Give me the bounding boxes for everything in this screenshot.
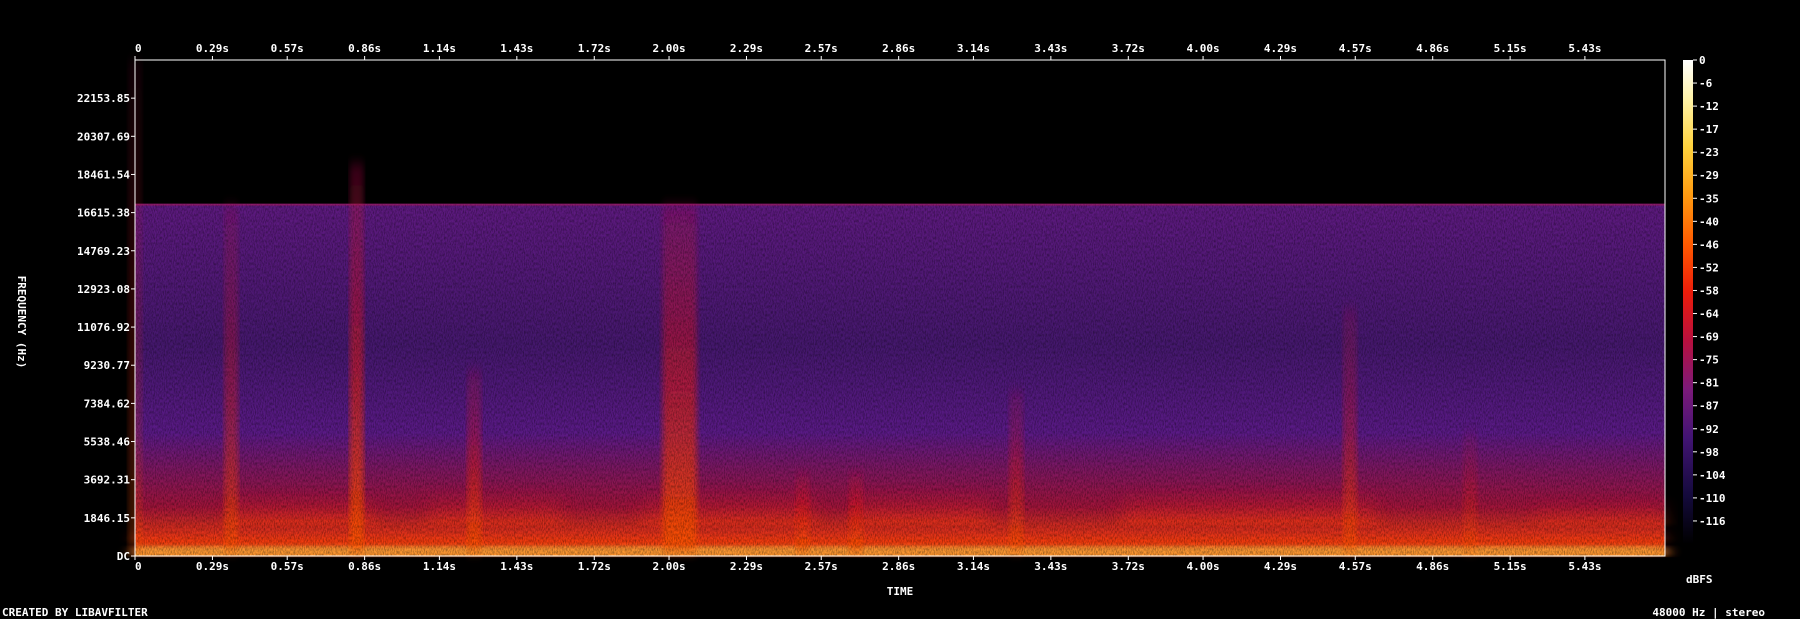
y-tick-label: 18461.54 [77, 168, 130, 181]
x-tick-label: 2.57s [805, 42, 838, 55]
colorbar-tick-label: -116 [1699, 515, 1726, 528]
x-tick-label: 5.15s [1494, 42, 1527, 55]
colorbar-tick-label: -12 [1699, 100, 1719, 113]
audio-format-text: 48000 Hz | stereo [1652, 606, 1765, 619]
x-tick-label: 3.72s [1112, 42, 1145, 55]
x-axis-title: TIME [887, 585, 914, 598]
x-tick-label: 4.29s [1264, 42, 1297, 55]
x-tick-label: 2.86s [882, 42, 915, 55]
x-tick-label: 1.14s [423, 560, 456, 573]
x-tick-label: 4.57s [1339, 560, 1372, 573]
frequency-axis: DC 1846.15 3692.31 5538.46 7384.62 9230.77 110… [77, 92, 135, 563]
y-tick-label: 11076.92 [77, 321, 130, 334]
colorbar-tick-label: -69 [1699, 331, 1719, 344]
colorbar-tick-label: -29 [1699, 169, 1719, 182]
colorbar-tick-label: -64 [1699, 308, 1719, 321]
noise-texture [135, 204, 1665, 556]
x-tick-label: 0.86s [348, 560, 381, 573]
x-tick-label: 4.00s [1187, 560, 1220, 573]
y-axis-title: FREQUENCY (Hz) [15, 276, 28, 369]
colorbar-tick-label: -40 [1699, 215, 1719, 228]
time-axis-top: 0 0.29s 0.57s 0.86s 1.14s 1.43s 1.72s 2.00s 2.29… [134, 42, 1601, 60]
y-tick-label: 14769.23 [77, 245, 130, 258]
x-tick-label: 2.00s [652, 42, 685, 55]
colorbar-tick-label: -52 [1699, 261, 1719, 274]
colorbar-tick-label: -17 [1699, 123, 1719, 136]
x-tick-label: 4.57s [1339, 42, 1372, 55]
x-tick-label: 4.29s [1264, 560, 1297, 573]
y-tick-label: 16615.38 [77, 207, 130, 220]
x-tick-label: 3.72s [1112, 560, 1145, 573]
colorbar-title: dBFS [1686, 573, 1713, 586]
colorbar-tick-label: -92 [1699, 423, 1719, 436]
spectrogram-chart: 0 0.29s 0.57s 0.86s 1.14s 1.43s 1.72s 2.00s 2.29… [2, 42, 1765, 619]
colorbar-tick-label: -98 [1699, 446, 1719, 459]
y-tick-label: 20307.69 [77, 130, 130, 143]
colorbar-gradient [1683, 60, 1693, 544]
colorbar-tick-label: 0 [1699, 54, 1706, 67]
x-tick-label: 1.43s [500, 42, 533, 55]
colorbar-tick-label: -87 [1699, 400, 1719, 413]
y-tick-label: 12923.08 [77, 283, 130, 296]
x-tick-label: 3.43s [1034, 42, 1067, 55]
x-tick-label: 0.57s [271, 560, 304, 573]
colorbar-tick-label: -23 [1699, 146, 1719, 159]
y-tick-label: 3692.31 [84, 474, 131, 487]
time-axis-bottom: 0 0.29s 0.57s 0.86s 1.14s 1.43s 1.72s 2.00s 2.29… [134, 556, 1601, 573]
x-tick-label: 5.43s [1568, 560, 1601, 573]
x-tick-label: 0.57s [271, 42, 304, 55]
x-tick-label: 1.43s [500, 560, 533, 573]
y-tick-label: 5538.46 [84, 436, 131, 449]
x-tick-label: 4.00s [1187, 42, 1220, 55]
colorbar-tick-label: -104 [1699, 469, 1726, 482]
x-tick-label: 0.29s [196, 42, 229, 55]
dbfs-colorbar: 0 -6 -12 -17 -23 -29 -35 -40 -46 -52 -58 -64 -69 -75 -… [1683, 54, 1726, 544]
x-tick-label: 1.72s [578, 42, 611, 55]
x-tick-label: 0 [135, 560, 142, 573]
y-tick-label: 9230.77 [84, 359, 130, 372]
x-tick-label: 2.29s [730, 42, 763, 55]
colorbar-tick-label: -81 [1699, 377, 1719, 390]
x-tick-label: 2.00s [652, 560, 685, 573]
x-tick-label: 2.29s [730, 560, 763, 573]
credit-text: CREATED BY LIBAVFILTER [2, 606, 148, 619]
x-tick-label: 1.14s [423, 42, 456, 55]
x-tick-label: 5.43s [1568, 42, 1601, 55]
x-tick-label: 3.14s [957, 42, 990, 55]
x-tick-label: 3.14s [957, 560, 990, 573]
colorbar-tick-label: -46 [1699, 238, 1719, 251]
colorbar-tick-label: -75 [1699, 354, 1719, 367]
x-tick-label: 3.43s [1034, 560, 1067, 573]
colorbar-tick-label: -110 [1699, 492, 1726, 505]
colorbar-tick-label: -6 [1699, 77, 1713, 90]
y-tick-label: 22153.85 [77, 92, 130, 105]
x-tick-label: 5.15s [1494, 560, 1527, 573]
x-tick-label: 1.72s [578, 560, 611, 573]
x-tick-label: 2.86s [882, 560, 915, 573]
y-tick-label: DC [117, 550, 130, 563]
y-tick-label: 1846.15 [84, 512, 130, 525]
x-tick-label: 2.57s [805, 560, 838, 573]
colorbar-tick-label: -35 [1699, 192, 1719, 205]
x-tick-label: 4.86s [1416, 560, 1449, 573]
x-tick-label: 0.86s [348, 42, 381, 55]
x-tick-label: 0 [135, 42, 142, 55]
x-tick-label: 4.86s [1416, 42, 1449, 55]
colorbar-tick-label: -58 [1699, 284, 1719, 297]
spectrogram-plot [128, 59, 1666, 557]
x-tick-label: 0.29s [196, 560, 229, 573]
y-tick-label: 7384.62 [84, 397, 130, 410]
